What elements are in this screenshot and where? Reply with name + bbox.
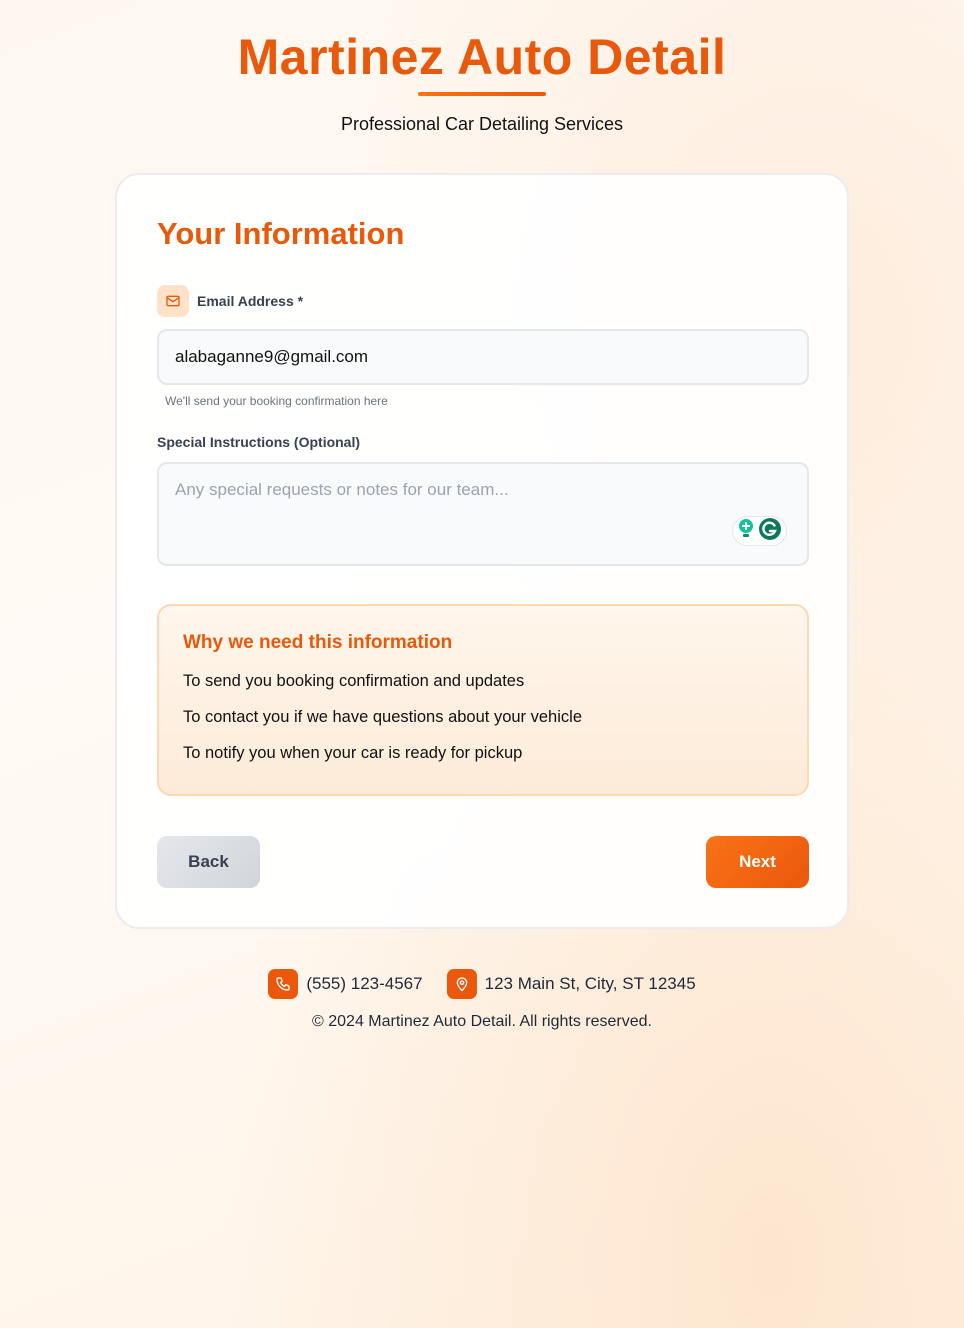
email-value: alabaganne9@gmail.com: [175, 347, 369, 366]
email-hint: We'll send your booking confirmation her…: [165, 394, 388, 408]
contact-row: (555) 123-4567 123 Main St, City, ST 123…: [0, 969, 964, 999]
info-title: Why we need this information: [183, 632, 453, 653]
info-item: To send you booking confirmation and upd…: [183, 672, 525, 690]
phone-contact[interactable]: (555) 123-4567: [268, 969, 423, 999]
grammarly-icon[interactable]: [758, 517, 782, 546]
mail-icon: [157, 285, 189, 317]
address-contact[interactable]: 123 Main St, City, ST 12345: [446, 969, 696, 999]
map-pin-icon: [446, 969, 477, 999]
back-button[interactable]: Back: [157, 836, 260, 888]
title-underline: [418, 92, 546, 96]
instructions-textarea[interactable]: Any special requests or notes for our te…: [157, 462, 809, 566]
info-item: To notify you when your car is ready for…: [183, 744, 523, 762]
email-label: Email Address *: [197, 293, 304, 309]
page-header: Martinez Auto Detail Professional Car De…: [0, 0, 964, 135]
next-button[interactable]: Next: [706, 836, 809, 888]
section-title: Your Information: [157, 216, 405, 251]
brand-title: Martinez Auto Detail: [237, 29, 727, 85]
form-actions: Back Next: [157, 836, 809, 888]
address-text: 123 Main St, City, ST 12345: [484, 974, 696, 993]
instructions-placeholder: Any special requests or notes for our te…: [175, 480, 509, 499]
phone-number: (555) 123-4567: [306, 974, 423, 993]
information-card: Your Information Email Address * alabaga…: [115, 173, 849, 929]
grammarly-widget[interactable]: [732, 516, 787, 546]
instructions-label: Special Instructions (Optional): [157, 434, 361, 450]
email-field[interactable]: alabaganne9@gmail.com: [157, 329, 809, 385]
info-box: Why we need this information To send you…: [157, 604, 809, 796]
lightbulb-icon[interactable]: [737, 518, 755, 545]
page-footer: (555) 123-4567 123 Main St, City, ST 123…: [0, 969, 964, 1031]
info-item: To contact you if we have questions abou…: [183, 708, 582, 726]
brand-subtitle: Professional Car Detailing Services: [340, 114, 624, 134]
phone-icon: [268, 969, 299, 999]
copyright-text: © 2024 Martinez Auto Detail. All rights …: [312, 1013, 652, 1030]
email-label-row: Email Address *: [157, 285, 807, 317]
